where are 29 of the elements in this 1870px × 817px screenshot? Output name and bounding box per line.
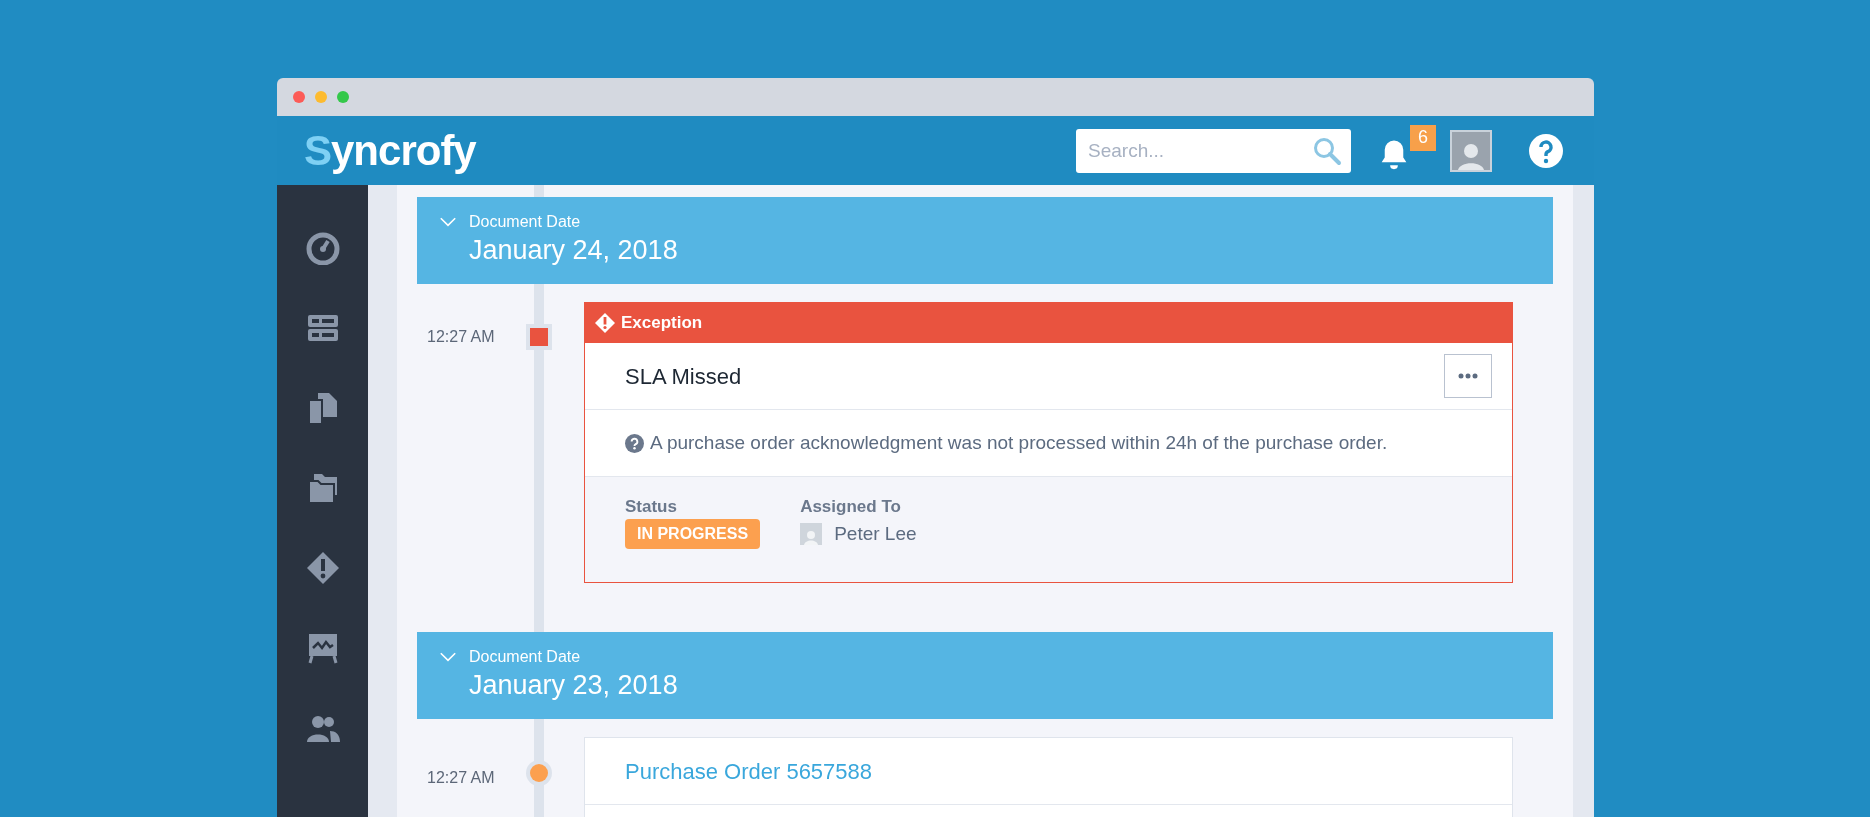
assigned-label: Assigned To [800,497,902,517]
close-icon[interactable] [293,91,305,103]
logo[interactable]: Syncrofy [304,129,476,172]
assignee-avatar [800,523,823,545]
assignee-name: Peter Lee [834,521,917,546]
notification-badge: 6 [1410,124,1436,151]
exception-marker [526,324,552,350]
user-avatar[interactable] [1450,129,1492,172]
event-time: 12:27 AM [427,328,495,345]
event-time: 12:27 AM [427,769,495,786]
warning-diamond-icon [595,313,615,333]
help-icon[interactable] [1528,132,1564,169]
help-icon [625,433,644,453]
exception-title: Exception [621,312,703,335]
event-description: A purchase order acknowledgment was not processed within 24h of the purchase order. [650,430,1388,455]
status-badge: IN PROGRESS [625,519,761,549]
date-label: Document Date [469,212,582,232]
date-value: January 24, 2018 [469,234,678,267]
search-icon[interactable] [1307,128,1351,173]
status-label: Status [625,497,678,517]
document-link[interactable]: Purchase Order 5657588 [625,754,873,788]
warning-diamond-icon[interactable] [305,551,340,585]
event-title: SLA Missed [625,362,742,391]
search-field[interactable]: Search... [1076,128,1307,173]
date-label: Document Date [469,647,582,667]
gauge-icon[interactable] [305,231,340,265]
date-value: January 23, 2018 [469,669,678,702]
more-options-button[interactable] [1444,354,1492,398]
more-icon [1458,373,1478,379]
